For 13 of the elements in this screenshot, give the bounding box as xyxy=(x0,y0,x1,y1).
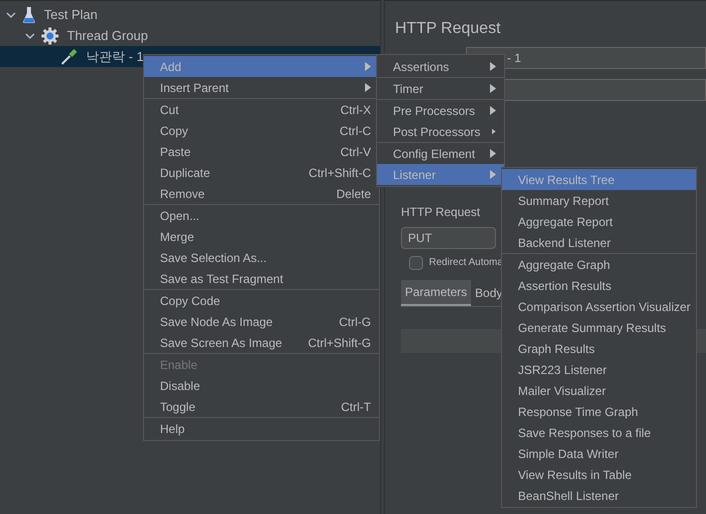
tree-label: 낙관락 - 1 xyxy=(86,48,144,66)
tree-label: Thread Group xyxy=(67,26,148,45)
shortcut-text: Ctrl+Shift-C xyxy=(308,164,371,182)
panel-title: HTTP Request xyxy=(395,19,502,39)
shortcut-text: Delete xyxy=(336,186,371,202)
group-label: HTTP Request xyxy=(401,204,482,221)
tree-label: Test Plan xyxy=(44,6,98,24)
shortcut-text: Ctrl-G xyxy=(339,314,371,330)
shortcut-text: Ctrl-X xyxy=(340,102,371,118)
shortcut-text: Ctrl+Shift-G xyxy=(308,334,371,352)
shortcut-text: Ctrl-T xyxy=(341,398,371,416)
shortcut-text: Ctrl-V xyxy=(340,144,371,160)
shortcut-text: Ctrl-C xyxy=(340,122,371,140)
